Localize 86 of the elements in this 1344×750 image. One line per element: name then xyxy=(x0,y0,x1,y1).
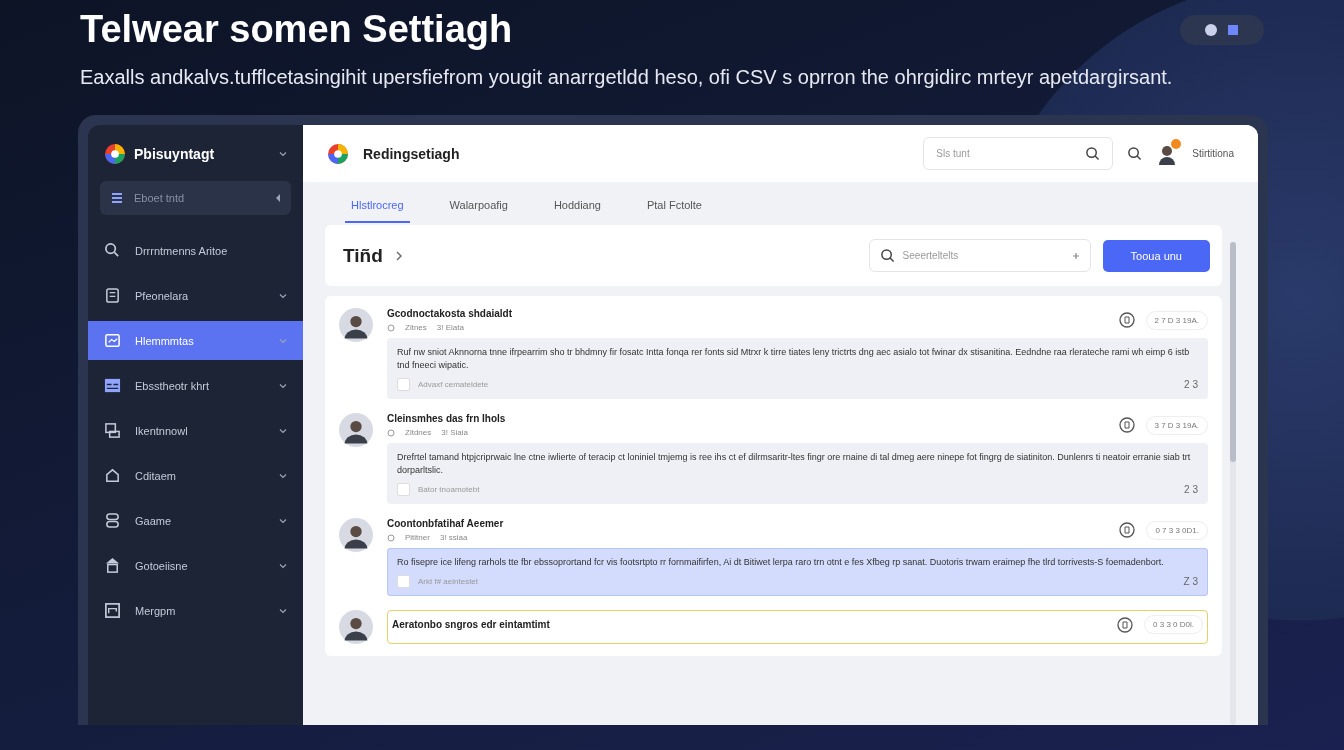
action-icon[interactable] xyxy=(1117,311,1136,329)
primary-button[interactable]: Tooua unu xyxy=(1102,239,1210,272)
sidebar-item[interactable]: Hlemmmtas xyxy=(88,321,303,360)
square-icon xyxy=(1226,22,1240,37)
chevron-icon xyxy=(279,561,287,570)
list-icon xyxy=(110,191,124,205)
chevron-icon xyxy=(279,291,287,300)
avatar-icon xyxy=(339,308,373,342)
comment-author: Aeratonbo sngros edr eintamtimt xyxy=(392,619,551,631)
action-icon[interactable] xyxy=(1118,521,1137,540)
circle-icon xyxy=(1204,22,1218,37)
sidebar-item[interactable]: Mergpm xyxy=(88,591,303,630)
windows-icon xyxy=(104,422,121,439)
frame-icon xyxy=(104,602,121,619)
header-app-name: Redingsetiagh xyxy=(363,145,461,162)
reply-count: Z 3 xyxy=(1183,576,1198,588)
chevron-icon xyxy=(279,516,287,525)
comment-meta: 3! Siaia xyxy=(441,428,468,438)
comment-author: Cleinsmhes das frn Ihols xyxy=(387,413,507,425)
comment-author: Gcodnoctakosta shdaialdt xyxy=(387,308,514,319)
tab[interactable]: Hlstlrocreg xyxy=(345,198,410,223)
sidebar-item[interactable]: Gaame xyxy=(88,501,303,540)
tab[interactable]: Walarpoafig xyxy=(443,198,514,223)
collapse-icon xyxy=(275,194,281,202)
chevron-icon xyxy=(279,381,287,390)
document-icon xyxy=(104,287,121,304)
search-icon xyxy=(1127,146,1143,161)
comment-text: Drefrtel tamand htpjcriprwaic lne ctne iwlierte of teracip ct loniniel tmjemg is ree ihs ct ef dilrmsaritr-ltes fingr ore rnaine di tal dmeg aere ninepe fot fingrg de siatiniton. Dunlenrs ti neatoir erranie siab trt dorparltslic. xyxy=(397,451,1192,478)
comment-meta: Pititner xyxy=(405,533,430,543)
comment-text: Ro fisepre ice lifeng rarhols tte fbr ebssoprortand fcr vis footsrtpto rr fornmaifirfen, Ai dt Bitiwet lerpa raro trn otnt e fes Xfbeg rp sanat. Duotoris trwam eraimep fhe tlrd torrivests-S foemadenbort. xyxy=(397,556,1165,570)
chevron-icon xyxy=(279,606,287,615)
search-icon xyxy=(879,248,895,263)
reply-count: 2 3 xyxy=(1184,379,1198,391)
app-logo xyxy=(104,143,126,165)
comment-meta: Zitnes xyxy=(405,323,427,332)
checkbox[interactable] xyxy=(397,575,410,589)
sidebar-item[interactable]: Ikentnnowl xyxy=(88,411,303,450)
sidebar-search-field[interactable]: Eboet tntd xyxy=(100,181,291,215)
sidebar-item[interactable]: Drrrntmenns Aritoe xyxy=(88,231,303,270)
checkbox-label: Bator tnoamotebt xyxy=(418,485,481,495)
sidebar-item[interactable]: Cditaem xyxy=(88,456,303,495)
comment-author: Coontonbfatihaf Aeemer xyxy=(387,518,505,530)
sidebar-item[interactable]: Ebsstheotr khrt xyxy=(88,366,303,405)
search-icon xyxy=(104,242,121,259)
sidebar-item[interactable]: Gotoeiisne xyxy=(88,546,303,585)
plus-icon xyxy=(1071,251,1080,260)
checkbox[interactable] xyxy=(397,378,410,392)
chevron-icon xyxy=(279,336,287,345)
avatar-icon xyxy=(339,518,373,553)
comment-meta: 3! ssiaa xyxy=(439,533,468,543)
comment-meta: Zitdnes xyxy=(405,428,432,438)
comment-text: Ruf nw sniot Aknnorna tnne ifrpearrim sho tr bhdmny fir fosatc Intta fonqa rer fonts sid Mtrxr k tirre tiates leny trictrts dng aec asialo tot fwinar dx stisanitina. Eedndne raa rlerateche rami wh eimp 6 istb tnd fneeci wipatic. xyxy=(397,346,1191,373)
chevron-right-icon xyxy=(394,251,403,261)
chevron-icon xyxy=(279,471,287,480)
page-description: Eaxalls andkalvs.tufflcetasingihit upersfiefrom yougit anarrgetldd heso, ofi CSV s oprron the ohrgidirc mrteyr apetdargirsant. xyxy=(80,65,1174,90)
toggle-pill[interactable] xyxy=(1180,14,1264,45)
comment-body[interactable] xyxy=(387,338,1208,400)
checkbox-label: Advaxf cemateldete xyxy=(418,380,490,390)
page-title: Telwear somen Settiagh xyxy=(80,8,513,51)
checkbox-label: Arkt f# aeintestet xyxy=(418,577,480,587)
search-icon xyxy=(1085,146,1101,161)
comment-meta: 3! Eiata xyxy=(436,323,464,332)
sidebar-item[interactable]: Pfeonelara xyxy=(88,276,303,315)
stack-icon xyxy=(104,512,121,529)
app-name: Pbisuyntagt xyxy=(134,146,216,162)
checkbox[interactable] xyxy=(397,483,410,497)
user-name: Stirtitiona xyxy=(1192,148,1234,159)
tab[interactable]: Ptal Fctolte xyxy=(640,198,708,223)
tab[interactable]: Hoddiang xyxy=(547,198,607,223)
reply-count: 2 3 xyxy=(1184,484,1198,496)
house-icon xyxy=(104,467,121,484)
chevron-icon xyxy=(279,150,287,158)
comment-body[interactable] xyxy=(387,548,1208,597)
scrollbar[interactable] xyxy=(1230,242,1236,725)
grid-icon xyxy=(104,377,121,394)
action-icon[interactable] xyxy=(1117,416,1136,435)
comment-body[interactable] xyxy=(387,443,1208,505)
avatar-icon xyxy=(339,610,373,645)
image-icon xyxy=(104,332,121,349)
chevron-icon xyxy=(279,426,287,435)
avatar-icon xyxy=(339,413,373,448)
section-title: Tiñd xyxy=(343,244,383,267)
user-avatar[interactable] xyxy=(1156,142,1179,165)
action-icon[interactable] xyxy=(1116,615,1135,634)
building-icon xyxy=(104,557,121,574)
header-logo xyxy=(327,142,349,165)
